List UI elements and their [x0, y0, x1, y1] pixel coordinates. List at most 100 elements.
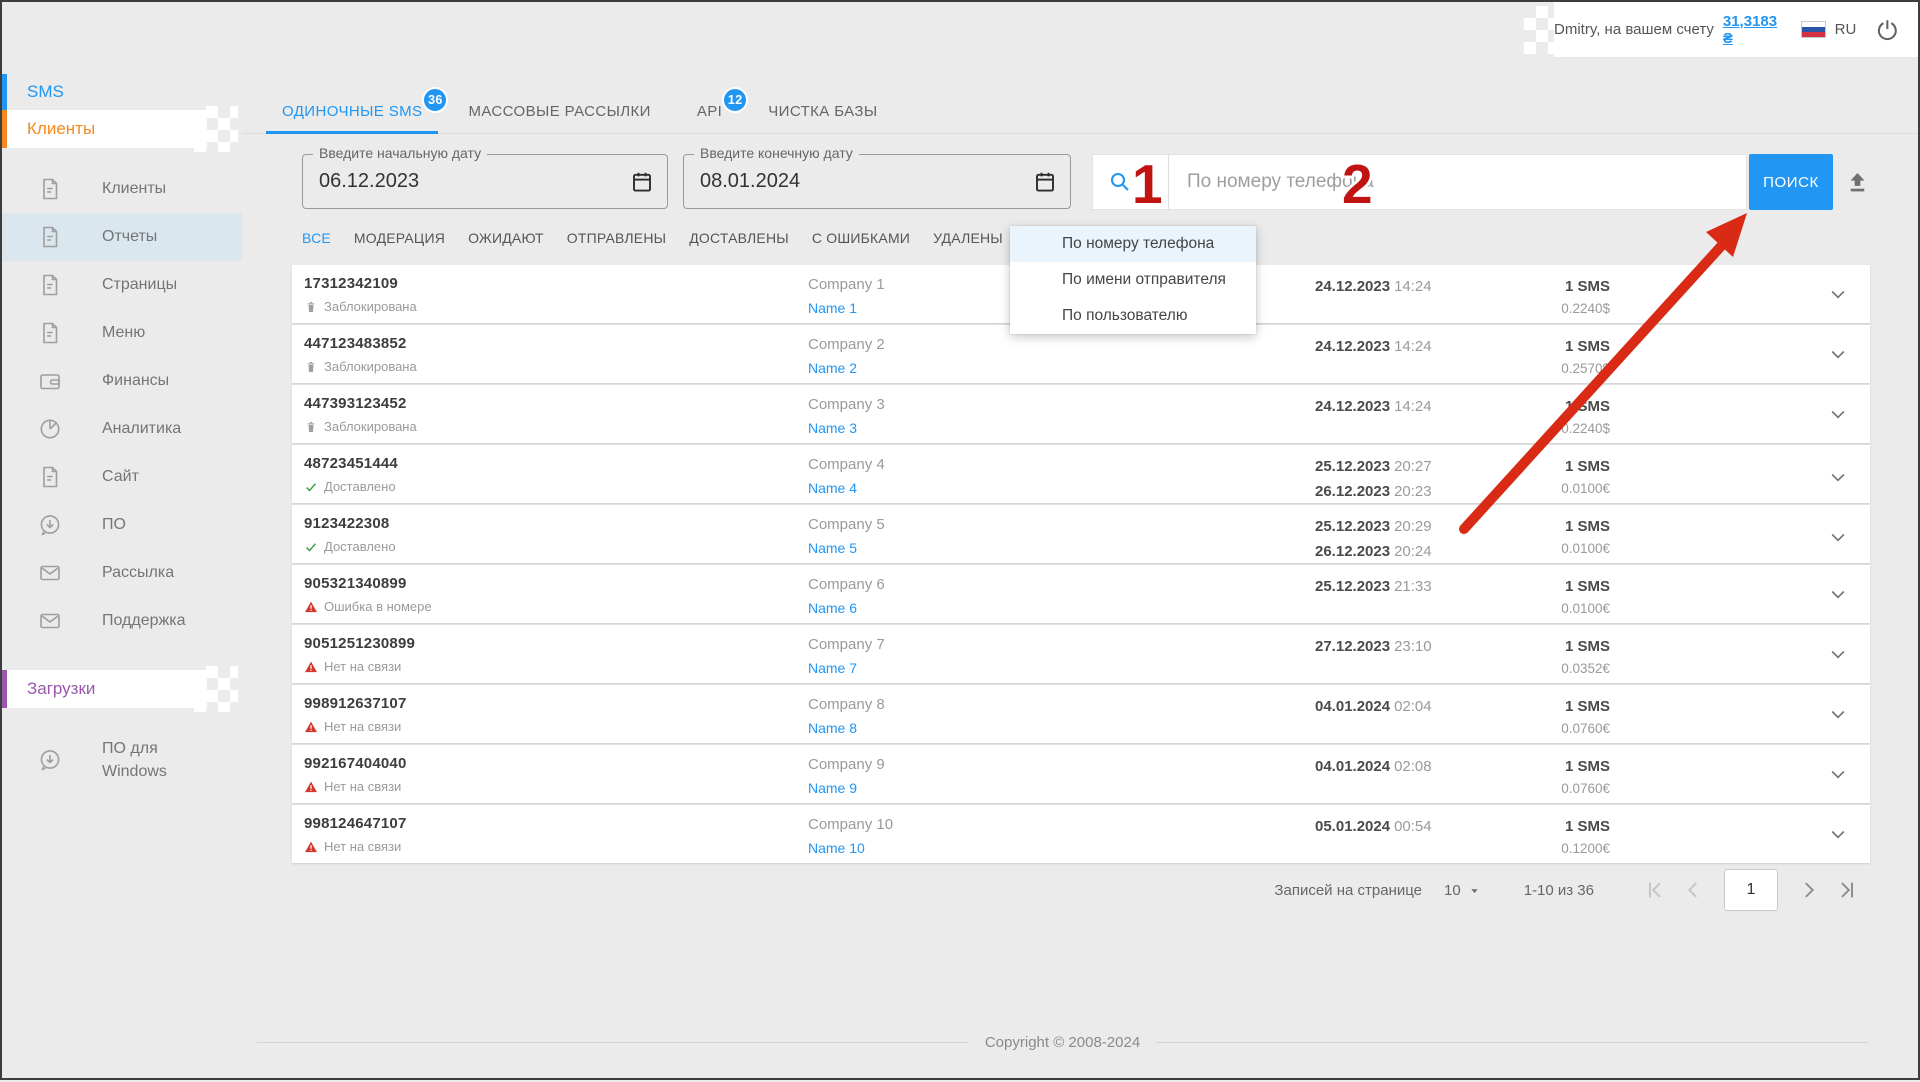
tab-single-sms[interactable]: ОДИНОЧНЫЕ SMS 36 — [266, 87, 449, 134]
warning-icon — [304, 600, 318, 614]
trash-icon — [304, 420, 318, 434]
sidebar-section-downloads[interactable]: Загрузки — [2, 670, 207, 708]
sidebar-item-support[interactable]: Поддержка — [2, 597, 242, 645]
per-page-select[interactable]: 10 — [1444, 882, 1482, 899]
time: 14:24 — [1394, 278, 1432, 295]
previous-page-button[interactable] — [1674, 879, 1712, 901]
table-row[interactable]: 447393123452 Заблокирована Company 3 Name… — [292, 385, 1870, 443]
phone-number: 998124647107 — [304, 815, 407, 832]
sender-name-link[interactable]: Name 8 — [808, 720, 857, 736]
calendar-icon[interactable] — [630, 170, 654, 194]
sidebar-item-windows-software[interactable]: ПО для Windows — [2, 728, 242, 792]
sender-name-link[interactable]: Name 7 — [808, 660, 857, 676]
table-row[interactable]: 9051251230899 Нет на связи Company 7 Name… — [292, 625, 1870, 683]
chevron-down-icon[interactable] — [1828, 824, 1848, 844]
date: 24.12.2023 — [1315, 398, 1391, 415]
envelope-icon — [38, 609, 62, 633]
chevron-down-icon[interactable] — [1828, 404, 1848, 424]
date-from-input[interactable] — [303, 155, 667, 208]
company-label: Company 9 — [808, 756, 885, 773]
power-icon[interactable] — [1875, 17, 1900, 43]
search-button[interactable]: ПОИСК — [1749, 154, 1833, 210]
status-filter-delivered[interactable]: ДОСТАВЛЕНЫ — [689, 230, 789, 246]
sidebar-item-software[interactable]: ПО — [2, 501, 242, 549]
sidebar-item-mailing[interactable]: Рассылка — [2, 549, 242, 597]
menu-item-by-sender[interactable]: По имени отправителя — [1010, 262, 1256, 298]
search-input[interactable] — [1169, 155, 1746, 209]
pixel-decoration — [194, 106, 238, 152]
table-row[interactable]: 992167404040 Нет на связи Company 9 Name … — [292, 745, 1870, 803]
date: 27.12.2023 — [1315, 638, 1391, 655]
time: 20:23 — [1394, 483, 1432, 500]
sms-price: 0.0100€ — [1561, 601, 1610, 616]
sidebar-item-finance[interactable]: Финансы — [2, 357, 242, 405]
table-row[interactable]: 48723451444 Доставлено Company 4 Name 4 2… — [292, 445, 1870, 503]
sidebar-item-menu[interactable]: Меню — [2, 309, 242, 357]
chevron-down-icon[interactable] — [1828, 527, 1848, 547]
search-bar — [1092, 154, 1747, 210]
table-row[interactable]: 905321340899 Ошибка в номере Company 6 Na… — [292, 565, 1870, 623]
sidebar-item-site[interactable]: Сайт — [2, 453, 242, 501]
chevron-down-icon[interactable] — [1828, 284, 1848, 304]
sms-price: 0.2240$ — [1561, 301, 1610, 316]
status-filter-sent[interactable]: ОТПРАВЛЕНЫ — [567, 230, 666, 246]
document-icon — [38, 273, 62, 297]
phone-number: 992167404040 — [304, 755, 407, 772]
sms-count: 1 SMS — [1564, 518, 1610, 535]
sidebar-section-clients[interactable]: Клиенты — [2, 110, 207, 148]
current-page-input[interactable]: 1 — [1724, 869, 1778, 911]
balance-link[interactable]: 31,3183 ₴ — [1723, 13, 1788, 47]
chevron-down-icon[interactable] — [1828, 644, 1848, 664]
russian-flag-icon[interactable] — [1800, 21, 1826, 38]
upload-icon[interactable] — [1844, 169, 1871, 196]
sender-name-link[interactable]: Name 9 — [808, 780, 857, 796]
status-filter-all[interactable]: ВСЕ — [302, 230, 331, 246]
first-page-button[interactable] — [1636, 879, 1674, 901]
calendar-icon[interactable] — [1033, 170, 1057, 194]
status-text: Заблокирована — [324, 359, 417, 374]
next-page-button[interactable] — [1790, 879, 1828, 901]
status-filter-deleted[interactable]: УДАЛЕНЫ — [933, 230, 1003, 246]
page-range-label: 1-10 из 36 — [1523, 881, 1594, 899]
sidebar-item-clients[interactable]: Клиенты — [2, 165, 242, 213]
status-filter-waiting[interactable]: ОЖИДАЮТ — [468, 230, 544, 246]
chevron-down-icon[interactable] — [1828, 764, 1848, 784]
table-row[interactable]: 9123422308 Доставлено Company 5 Name 5 25… — [292, 505, 1870, 563]
sms-count: 1 SMS — [1564, 758, 1610, 775]
sender-name-link[interactable]: Name 1 — [808, 300, 857, 316]
sender-name-link[interactable]: Name 5 — [808, 540, 857, 556]
company-label: Company 2 — [808, 336, 885, 353]
status-filter-errors[interactable]: С ОШИБКАМИ — [812, 230, 910, 246]
chevron-down-icon[interactable] — [1828, 467, 1848, 487]
sms-price: 0.0100€ — [1561, 481, 1610, 496]
chevron-down-icon[interactable] — [1828, 344, 1848, 364]
chevron-down-icon[interactable] — [1828, 584, 1848, 604]
sidebar-item-analytics[interactable]: Аналитика — [2, 405, 242, 453]
tab-mass-mailings[interactable]: МАССОВЫЕ РАССЫЛКИ — [452, 90, 666, 133]
status-text: Нет на связи — [324, 779, 402, 794]
table-row[interactable]: 998912637107 Нет на связи Company 8 Name … — [292, 685, 1870, 743]
menu-item-by-phone[interactable]: По номеру телефона — [1010, 226, 1256, 262]
sender-name-link[interactable]: Name 2 — [808, 360, 857, 376]
chevron-down-icon[interactable] — [1828, 704, 1848, 724]
status-filter-moderation[interactable]: МОДЕРАЦИЯ — [354, 230, 445, 246]
date: 04.01.2024 — [1315, 758, 1391, 775]
last-page-button[interactable] — [1828, 879, 1866, 901]
language-label[interactable]: RU — [1835, 21, 1857, 38]
sender-name-link[interactable]: Name 10 — [808, 840, 865, 856]
table-row[interactable]: 998124647107 Нет на связи Company 10 Name… — [292, 805, 1870, 863]
menu-item-by-user[interactable]: По пользователю — [1010, 298, 1256, 334]
tab-base-cleaning[interactable]: ЧИСТКА БАЗЫ — [752, 90, 893, 133]
sender-name-link[interactable]: Name 6 — [808, 600, 857, 616]
sender-name-link[interactable]: Name 4 — [808, 480, 857, 496]
tab-api[interactable]: API 12 — [681, 87, 749, 133]
company-label: Company 4 — [808, 456, 885, 473]
sidebar-item-pages[interactable]: Страницы — [2, 261, 242, 309]
tab-badge: 12 — [722, 87, 749, 113]
sender-name-link[interactable]: Name 3 — [808, 420, 857, 436]
date-to-input[interactable] — [684, 155, 1070, 208]
footer: Copyright © 2008-2024 — [257, 1034, 1868, 1051]
sidebar-item-reports[interactable]: Отчеты — [2, 213, 242, 261]
sidebar-section-sms[interactable]: SMS — [2, 74, 207, 110]
phone-number: 9051251230899 — [304, 635, 416, 652]
